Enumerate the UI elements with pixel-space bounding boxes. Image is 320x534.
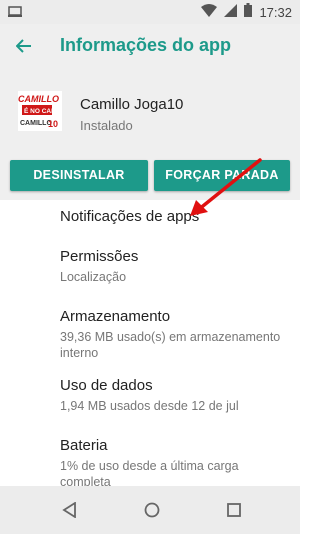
nav-back-button[interactable] [60, 500, 80, 520]
setting-permissions[interactable]: Permissões Localização [60, 248, 290, 285]
setting-summary: 39,36 MB usado(s) em armazenamento inter… [60, 330, 281, 360]
setting-summary: 1,94 MB usados desde 12 de jul [60, 399, 239, 413]
setting-label: Uso de dados [60, 377, 153, 394]
setting-battery[interactable]: Bateria 1% de uso desde a última carga c… [60, 437, 290, 490]
page-title: Informações do app [60, 35, 232, 55]
setting-notifications[interactable]: Notificações de apps [60, 208, 290, 225]
svg-text:10: 10 [48, 119, 58, 129]
app-name: Camillo Joga10 [80, 96, 184, 113]
notification-icon [8, 5, 22, 23]
nav-home-button[interactable] [142, 500, 162, 520]
setting-summary: Localização [60, 270, 127, 284]
app-header: CAMILLO É NO CANAL CAMILLO 10 Camillo Jo… [0, 68, 300, 156]
setting-label: Permissões [60, 248, 139, 265]
back-triangle-icon [62, 502, 76, 518]
settings-list: Notificações de apps Permissões Localiza… [0, 200, 300, 489]
setting-data-usage[interactable]: Uso de dados 1,94 MB usados desde 12 de … [60, 377, 290, 414]
recents-square-icon [227, 503, 241, 517]
wifi-icon [201, 3, 218, 22]
app-bar: Informações do app [0, 24, 300, 68]
setting-label: Bateria [60, 437, 108, 454]
app-install-status: Instalado [80, 118, 133, 133]
nav-recents-button[interactable] [224, 500, 244, 520]
setting-label: Armazenamento [60, 308, 171, 325]
status-time: 17:32 [259, 5, 292, 20]
battery-icon [244, 3, 253, 22]
status-bar: 17:32 [0, 0, 300, 24]
svg-text:CAMILLO: CAMILLO [18, 94, 59, 104]
navigation-bar [0, 486, 300, 534]
force-stop-button[interactable]: FORÇAR PARADA [154, 160, 290, 191]
home-circle-icon [144, 502, 160, 518]
back-arrow-icon [16, 39, 31, 53]
setting-storage[interactable]: Armazenamento 39,36 MB usado(s) em armaz… [60, 308, 290, 361]
setting-label: Notificações de apps [60, 208, 200, 225]
app-logo: CAMILLO É NO CANAL CAMILLO 10 [18, 91, 64, 131]
svg-text:É NO CANAL: É NO CANAL [24, 106, 62, 115]
back-button[interactable] [10, 32, 38, 60]
action-buttons: DESINSTALAR FORÇAR PARADA [0, 156, 300, 200]
signal-icon [224, 3, 238, 22]
uninstall-button[interactable]: DESINSTALAR [10, 160, 148, 191]
